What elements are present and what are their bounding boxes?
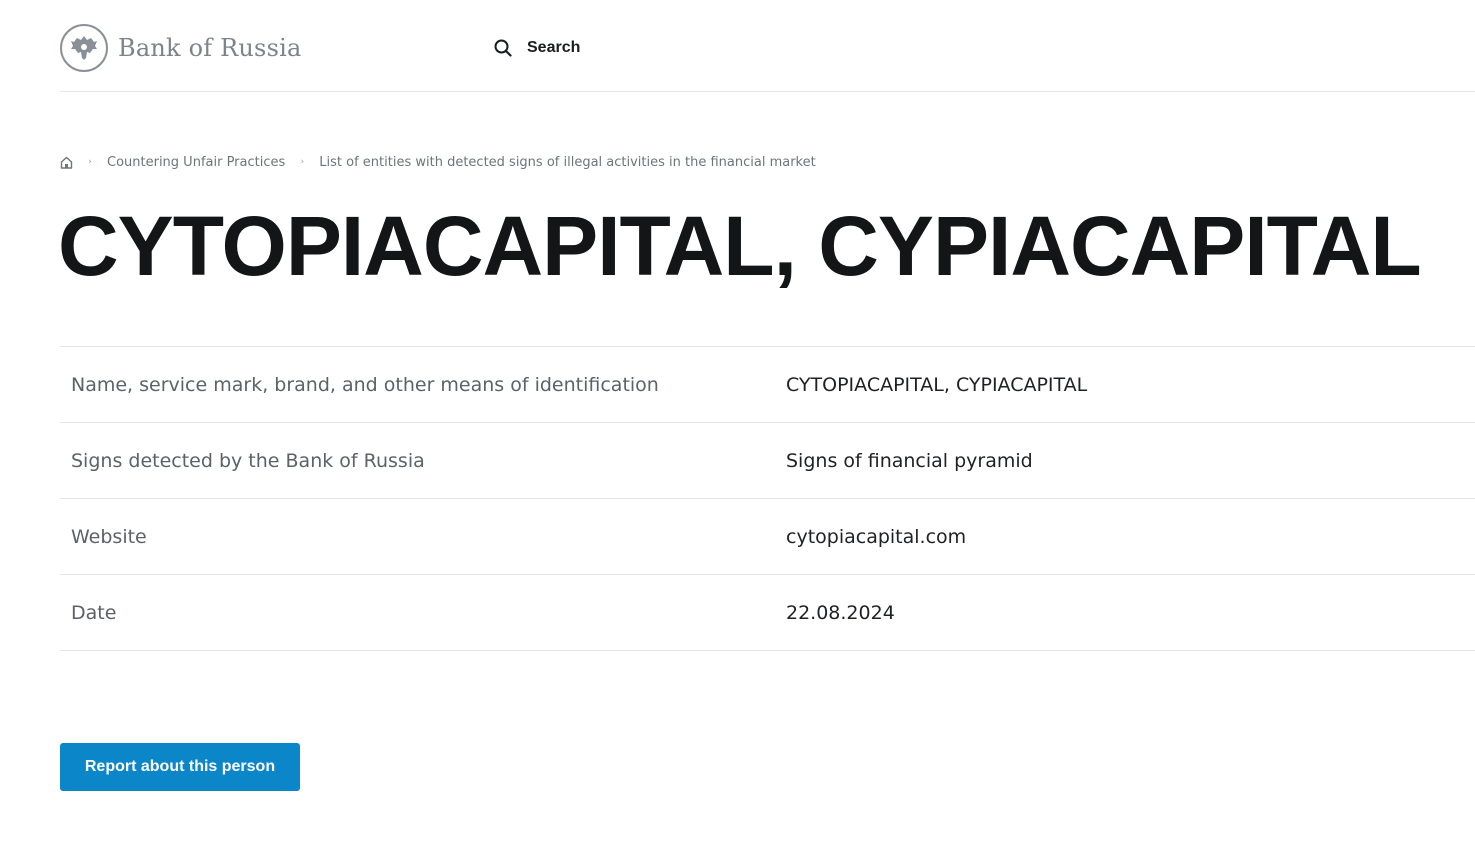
double-headed-eagle-icon: [60, 24, 108, 72]
details-value: 22.08.2024: [786, 601, 895, 624]
details-value: Signs of financial pyramid: [786, 449, 1033, 472]
details-value: cytopiacapital.com: [786, 525, 967, 548]
chevron-right-icon: ›: [88, 157, 92, 167]
details-row-date: Date 22.08.2024: [60, 575, 1475, 651]
search-label: Search: [527, 39, 581, 56]
details-row-website: Website cytopiacapital.com: [60, 499, 1475, 575]
site-header: Bank of Russia Search: [60, 0, 1475, 92]
details-label: Name, service mark, brand, and other mea…: [71, 373, 659, 396]
breadcrumb-link-countering-unfair-practices[interactable]: Countering Unfair Practices: [107, 155, 285, 170]
logo-link[interactable]: Bank of Russia: [60, 24, 301, 72]
page-title: CYTOPIACAPITAL, CYPIACAPITAL: [58, 199, 1422, 293]
details-table: Name, service mark, brand, and other mea…: [60, 346, 1475, 651]
breadcrumb-link-entity-list[interactable]: List of entities with detected signs of …: [319, 155, 815, 170]
page: Bank of Russia Search › Countering Unfai…: [0, 0, 1475, 850]
details-value: CYTOPIACAPITAL, CYPIACAPITAL: [786, 373, 1088, 396]
details-label: Signs detected by the Bank of Russia: [71, 449, 425, 472]
home-icon[interactable]: [60, 156, 73, 169]
search-icon: [493, 38, 513, 58]
details-row-signs: Signs detected by the Bank of Russia Sig…: [60, 423, 1475, 499]
search-button[interactable]: Search: [493, 36, 580, 60]
breadcrumb: › Countering Unfair Practices › List of …: [60, 152, 816, 172]
details-row-name: Name, service mark, brand, and other mea…: [60, 347, 1475, 423]
details-label: Date: [71, 601, 117, 624]
logo-text: Bank of Russia: [118, 34, 302, 62]
chevron-right-icon: ›: [300, 157, 305, 167]
report-button[interactable]: Report about this person: [60, 743, 300, 791]
details-label: Website: [71, 525, 147, 548]
